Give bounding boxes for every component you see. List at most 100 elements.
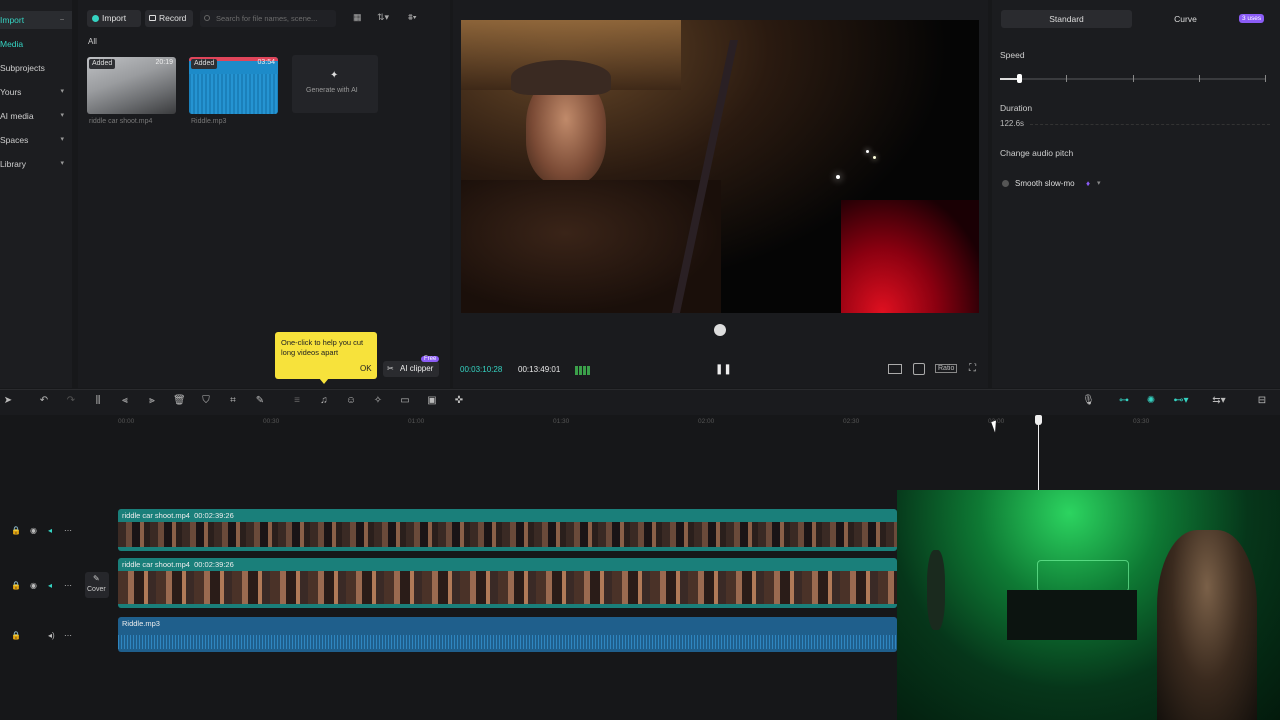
slider-tick [1133,75,1134,82]
crop-icon[interactable]: ⌗ [227,395,239,407]
nav-media-label: Media [0,39,24,49]
snap-icon[interactable]: ⊷▾ [1171,395,1191,407]
total-time: 00:13:49:01 [518,365,561,374]
wand-icon[interactable]: ✧ [372,395,384,407]
cover-button[interactable]: ✎ Cover [85,572,109,598]
eye-icon[interactable]: ◉ [30,526,37,535]
grid-view-icon[interactable]: ▦ [353,13,363,22]
street-light [836,175,840,179]
media-thumbnail-video[interactable]: Added 20:19 [87,57,176,114]
nav-yours[interactable]: Yours ▾ [0,83,72,101]
magnet-icon[interactable]: ✺ [1144,395,1158,407]
nav-spaces[interactable]: Spaces ▾ [0,131,72,149]
tooltip-ok-button[interactable]: OK [360,364,372,373]
duration-divider [1030,124,1270,125]
chevron-down-icon: ▾ [60,160,64,167]
ruler-tick-label: 00:00 [118,418,135,425]
ratio-button[interactable]: Ratio [935,364,958,373]
audio-clip[interactable]: Riddle.mp3 [118,617,897,652]
eye-icon[interactable]: ◉ [30,581,37,590]
tab-standard[interactable]: Standard [1001,10,1132,28]
current-time: 00:03:10:28 [460,365,503,374]
ruler-tick-label: 03:30 [1133,418,1150,425]
captions-icon[interactable]: ≡ [291,395,303,407]
playhead-line [1038,422,1039,492]
nav-subprojects[interactable]: Subprojects [0,59,72,77]
split-right-icon[interactable]: ⫸ [146,395,158,407]
chevron-down-icon[interactable]: ▾ [1097,179,1101,187]
generate-label: Generate with AI [306,87,358,94]
clip-label: riddle car shoot.mp4 00:02:39:26 [122,560,234,569]
split-icon[interactable]: ⫼ [92,395,104,407]
marker-icon[interactable]: ⛉ [200,395,212,407]
pencil-icon: ✎ [93,574,100,583]
camera-toggle-icon[interactable] [714,324,726,336]
media-duration: 03:54 [257,59,275,66]
nav-media[interactable]: Media [0,35,72,53]
lock-icon[interactable]: 🔒 [11,526,21,535]
redo-icon[interactable]: ↷ [65,395,77,407]
smooth-slowmo-toggle[interactable] [1002,180,1009,187]
microphone-icon[interactable]: 🎙 [1082,395,1095,407]
speed-slider-knob[interactable] [1017,74,1022,83]
cursor-select-icon[interactable]: ➤ [2,395,14,407]
zoom-icon[interactable] [913,363,925,375]
video-clip-2[interactable]: riddle car shoot.mp4 00:02:39:26 [118,558,897,608]
ruler-tick-label: 01:30 [553,418,570,425]
speaker-icon[interactable]: ◂) [48,631,55,640]
more-icon[interactable]: ⋯ [64,581,72,590]
filter-all[interactable]: All [88,37,97,46]
change-audio-pitch-label[interactable]: Change audio pitch [1000,148,1073,158]
more-icon[interactable]: ⋯ [64,631,72,640]
speed-slider[interactable] [1000,74,1266,83]
frame-icon[interactable]: ▭ [399,395,411,407]
tab-curve[interactable]: Curve [1133,10,1238,28]
street-light [866,150,869,153]
record-button[interactable]: Record [145,10,193,27]
fullscreen-icon[interactable]: ⛶ [969,363,976,374]
nav-import[interactable]: Import – [0,11,72,29]
link-icon[interactable]: ⊶ [1116,395,1132,407]
audio-icon[interactable]: ♫ [318,395,330,407]
media-thumbnail-audio[interactable]: Added 03:54 [189,57,278,114]
person-icon[interactable]: ☺ [345,395,357,407]
undo-icon[interactable]: ↶ [38,395,50,407]
split-left-icon[interactable]: ⫷ [119,395,131,407]
transform-icon[interactable]: ✜ [453,395,465,407]
ai-clipper-tooltip: One-click to help you cut long videos ap… [275,332,377,384]
preview-axis-icon[interactable]: ⇆▾ [1208,395,1230,407]
delete-icon[interactable]: 🗑 [173,395,186,407]
street-light [873,156,876,159]
ai-clipper-label: AI clipper [400,364,434,373]
filter-icon[interactable]: ⩩▾ [408,12,417,23]
playhead-handle[interactable] [1035,415,1042,425]
clip-name: riddle car shoot.mp4 [122,560,190,569]
uses-badge: 3 uses [1239,14,1265,23]
sort-icon[interactable]: ⇅▾ [377,12,389,23]
import-button[interactable]: Import [87,10,141,27]
duration-value[interactable]: 122.6s [1000,119,1024,128]
audio-link-icon[interactable]: ◂ [48,526,52,535]
fit-icon[interactable] [888,364,902,374]
nav-library[interactable]: Library ▾ [0,155,72,173]
generate-with-ai-card[interactable]: ✦ Generate with AI [292,55,378,113]
video-preview[interactable] [461,20,979,313]
ai-clipper-button[interactable]: ✂ AI clipper Free [383,356,440,377]
left-navigation: Import – Media Subprojects Yours ▾ AI medi… [0,0,72,388]
more-icon[interactable]: ⋯ [64,526,72,535]
audio-link-icon[interactable]: ◂ [48,581,52,590]
nav-subprojects-label: Subprojects [0,63,45,73]
plus-icon [92,15,99,22]
magic-edit-icon[interactable]: ✎ [254,395,266,407]
chevron-down-icon: – [60,16,64,23]
search-input[interactable]: Search for file names, scene... [200,10,336,27]
image-icon[interactable]: ▣ [426,395,438,407]
nav-ai-media[interactable]: AI media ▾ [0,107,72,125]
zoom-fit-icon[interactable]: ⊟ [1255,395,1269,407]
nav-library-label: Library [0,159,26,169]
added-badge: Added [191,59,218,69]
pause-icon[interactable]: ❚❚ [715,364,732,375]
lock-icon[interactable]: 🔒 [11,581,21,590]
lock-icon[interactable]: 🔒 [11,631,21,640]
video-clip-1[interactable]: riddle car shoot.mp4 00:02:39:26 [118,509,897,551]
